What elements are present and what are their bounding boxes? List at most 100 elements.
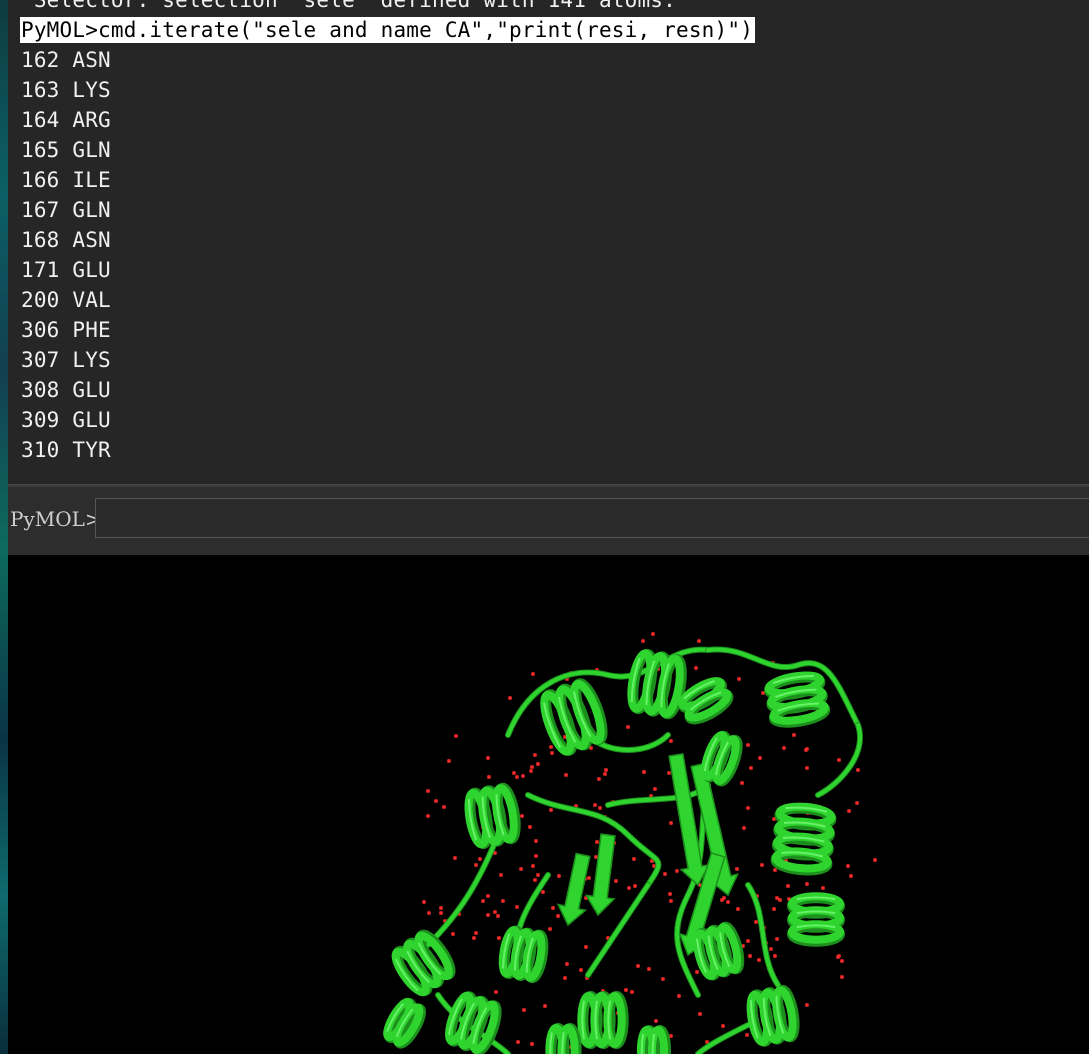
water-molecule [565,962,569,966]
water-molecule [496,914,500,918]
water-molecule [442,805,446,809]
command-input[interactable] [95,498,1089,538]
water-molecule [427,911,431,915]
water-molecule [426,814,430,818]
residue-number: 171 [21,258,60,282]
water-molecule [647,967,651,971]
water-molecule [721,1024,725,1028]
console-output-line: 166 ILE [21,167,111,193]
water-molecule [624,988,628,992]
water-molecule [536,873,540,877]
water-molecule [493,910,497,914]
console-output-line: 308 GLU [21,377,111,403]
coil-segment [696,1023,750,1054]
water-molecule [697,639,701,643]
helix-segment [464,782,521,849]
water-molecule [749,766,753,770]
residue-name: GLN [72,138,111,162]
water-molecule [769,947,773,951]
water-molecule [454,734,458,738]
water-molecule [564,773,568,777]
water-molecule [698,1012,702,1016]
water-molecule [737,677,741,681]
water-molecule [549,745,553,749]
helix-segment [391,929,456,997]
coil-segment [426,833,500,947]
water-molecule [782,746,786,750]
residue-number: 308 [21,378,60,402]
water-molecule [512,771,516,775]
water-molecule [653,787,657,791]
water-molecule [632,857,636,861]
water-molecule [758,756,762,760]
console-command-line: PyMOL>cmd.iterate("sele and name CA","pr… [20,17,756,43]
water-molecule [654,1019,658,1023]
water-molecule [598,806,602,810]
console-output[interactable]: Selector: selection "sele" defined with … [8,0,1089,484]
water-molecule [773,868,777,872]
water-molecule [840,959,844,963]
water-molecule [516,1040,520,1044]
water-molecule [549,808,553,812]
helix-segment [693,921,745,981]
water-molecule [873,858,877,862]
helix-segment [577,991,629,1049]
console-output-line: 167 GLN [21,197,111,223]
residue-number: 306 [21,318,60,342]
molecule-viewer[interactable] [8,555,1089,1054]
water-molecule [837,758,841,762]
water-molecule [557,874,561,878]
water-molecule [439,911,443,915]
residue-name: GLN [72,198,111,222]
water-molecule [736,907,740,911]
command-prompt-label: PyMOL> [10,507,102,531]
console-output-line: 162 ASN [21,47,111,73]
water-molecule [626,725,630,729]
water-molecule [792,733,796,737]
water-molecule [642,770,646,774]
residue-name: ASN [72,228,111,252]
water-molecule [520,814,524,818]
water-molecule [533,753,537,757]
residue-name: TYR [72,438,111,462]
water-molecule [746,806,750,810]
water-molecule [748,954,752,958]
water-molecule [614,879,618,883]
residue-name: LYS [72,78,111,102]
helix-segment [498,925,549,984]
water-molecule [556,914,560,918]
water-molecule [494,990,498,994]
water-molecule [439,906,443,910]
water-molecule [579,968,583,972]
water-molecule [722,896,726,900]
desktop-background-strip [0,0,8,1054]
helix-segment [770,802,837,876]
helix-segment [636,1025,672,1054]
water-molecule [531,672,535,676]
residue-number: 307 [21,348,60,372]
water-molecule [515,905,519,909]
console-output-line: 309 GLU [21,407,111,433]
water-molecule [529,769,533,773]
water-molecule [474,931,478,935]
residue-name: GLU [72,378,111,402]
water-molecule [447,759,451,763]
residue-number: 200 [21,288,60,312]
water-molecule [663,872,667,876]
water-molecule [760,863,764,867]
water-molecule [541,890,545,894]
water-molecule [735,867,739,871]
water-molecule [587,876,591,880]
helix-segment [540,678,608,756]
protein-cartoon-render [383,632,877,1054]
water-molecule [481,899,485,903]
water-molecule [422,900,426,904]
water-molecule [563,976,567,980]
residue-name: GLU [72,408,111,432]
water-molecule [486,756,490,760]
water-molecule [840,975,844,979]
water-molecule [805,766,809,770]
water-molecule [837,954,841,958]
water-molecule [630,990,634,994]
water-molecule [521,774,525,778]
